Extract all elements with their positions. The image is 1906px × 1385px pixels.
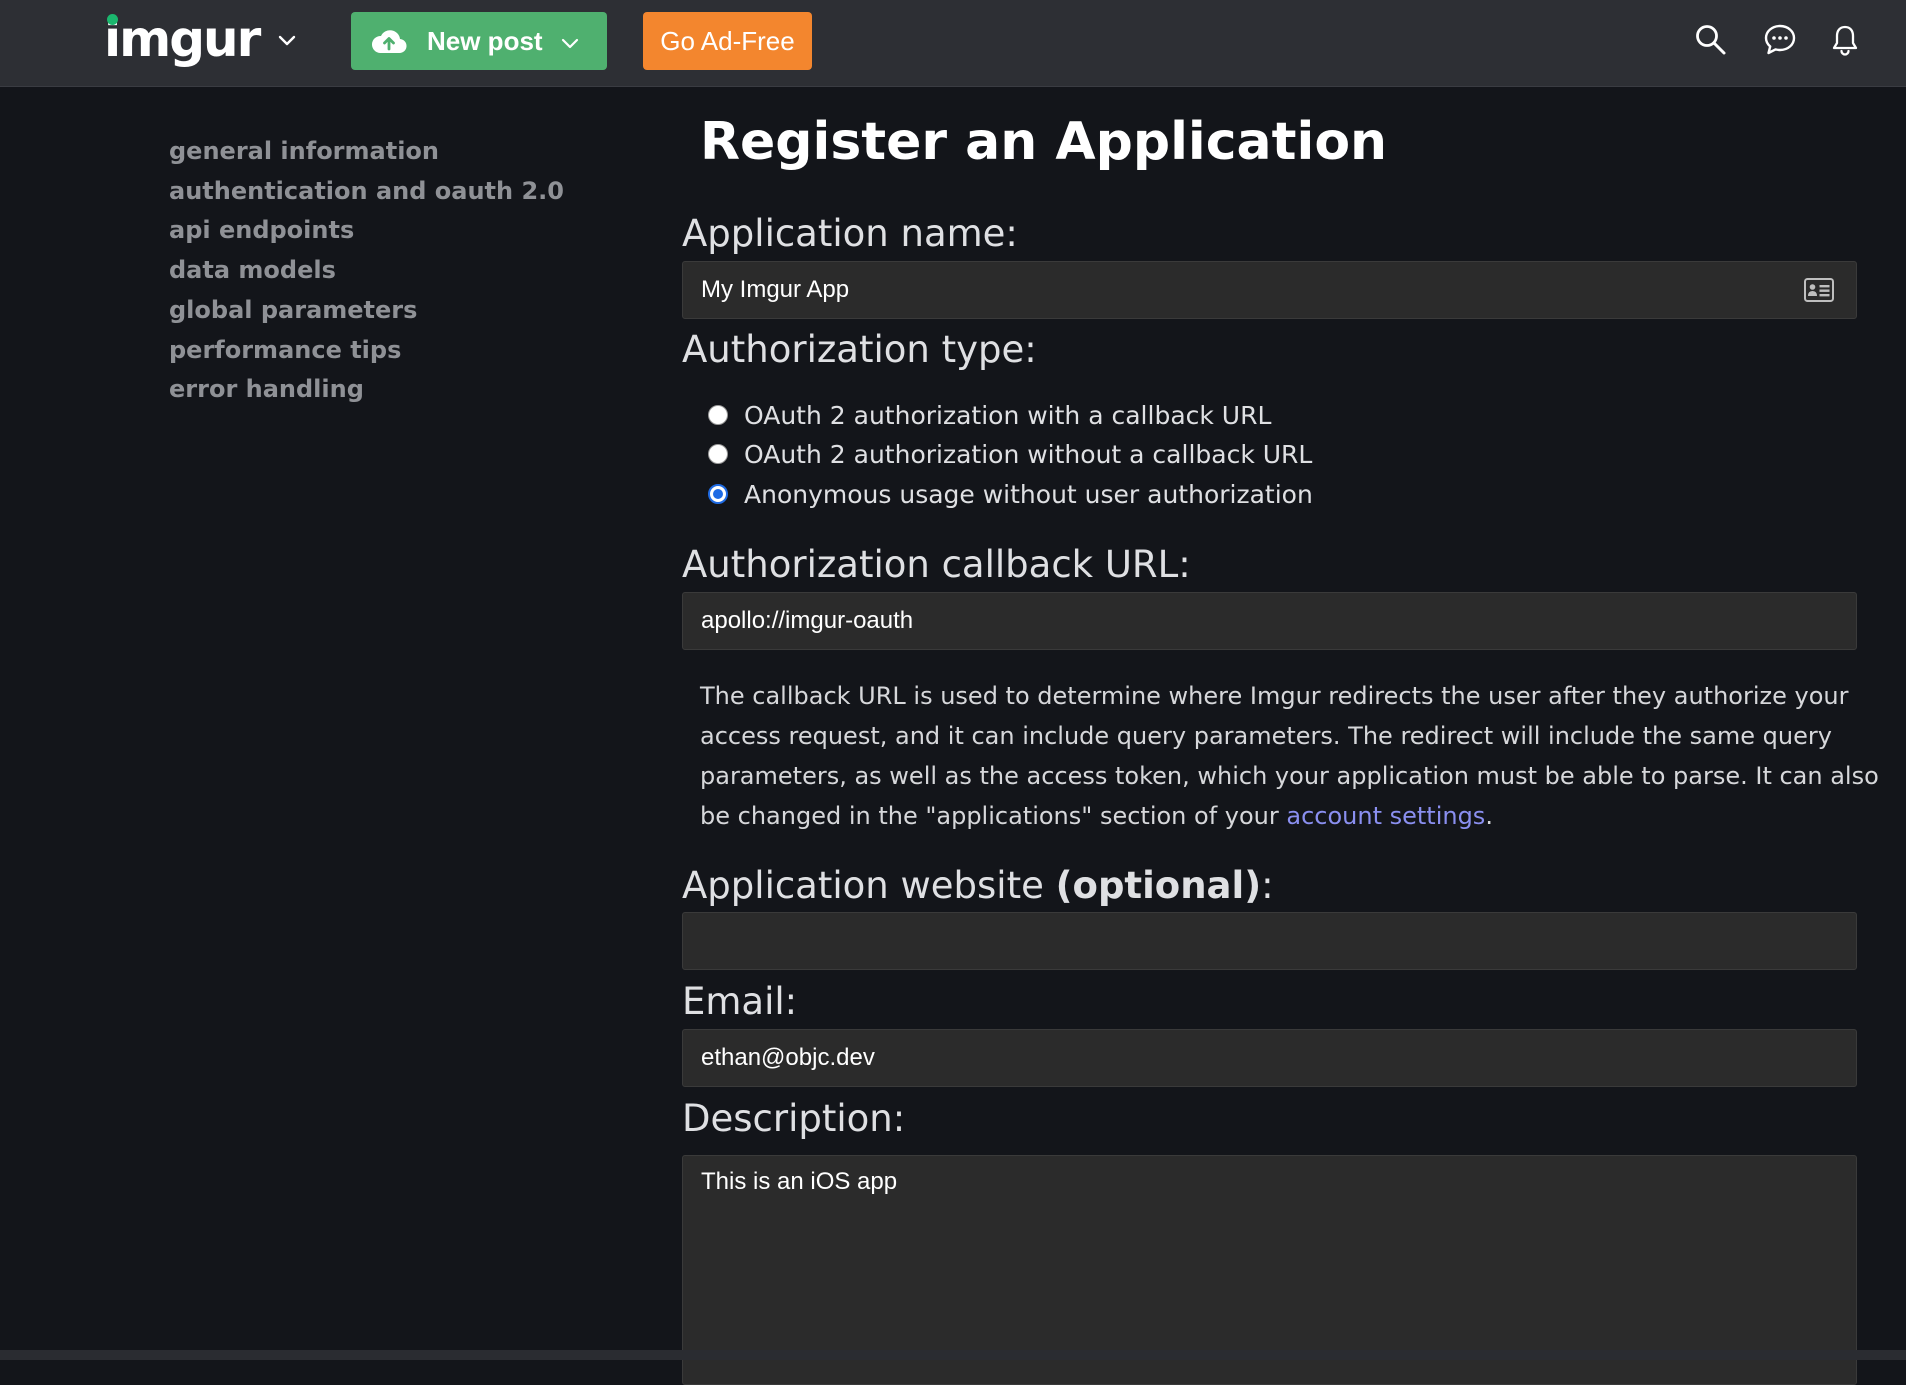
app-name-value: My Imgur App [701,276,850,303]
email-value: ethan@objc.dev [701,1044,875,1071]
radio-button[interactable] [708,444,728,464]
callback-help-text: The callback URL is used to determine wh… [700,676,1906,836]
cloud-upload-icon [371,30,407,54]
sidebar-item-data-models[interactable]: data models [169,251,564,291]
sidebar-item-global-parameters[interactable]: global parameters [169,291,564,331]
top-bar: imgur New post Go Ad-Free [0,0,1906,86]
bell-icon[interactable] [1827,22,1863,58]
radio-label: OAuth 2 authorization without a callback… [744,439,1313,469]
sidebar-item-error-handling[interactable]: error handling [169,370,564,410]
chevron-down-icon [561,38,579,49]
callback-url-label: Authorization callback URL: [682,543,1191,586]
contact-card-icon[interactable] [1804,278,1834,302]
description-label: Description: [682,1097,906,1140]
radio-oauth-callback[interactable]: OAuth 2 authorization with a callback UR… [708,397,1271,433]
account-settings-link[interactable]: account settings [1286,802,1485,830]
app-name-label: Application name: [682,212,1018,255]
sidebar-item-performance-tips[interactable]: performance tips [169,331,564,371]
radio-label: OAuth 2 authorization with a callback UR… [744,400,1272,430]
radio-oauth-no-callback[interactable]: OAuth 2 authorization without a callback… [708,436,1312,472]
go-ad-free-button[interactable]: Go Ad-Free [643,12,812,70]
bottom-divider [0,1350,1906,1360]
radio-label: Anonymous usage without user authorizati… [744,479,1313,509]
radio-button-selected[interactable] [708,484,728,504]
chevron-down-icon[interactable] [276,29,298,51]
callback-url-input[interactable]: apollo://imgur-oauth [682,592,1857,650]
logo-dot [107,14,118,25]
sidebar-item-api-endpoints[interactable]: api endpoints [169,211,564,251]
sidebar-item-general-information[interactable]: general information [169,132,564,172]
radio-anonymous[interactable]: Anonymous usage without user authorizati… [708,476,1313,512]
website-input[interactable] [682,912,1857,970]
help-text-end: . [1485,802,1493,830]
new-post-button[interactable]: New post [351,12,607,70]
email-input[interactable]: ethan@objc.dev [682,1029,1857,1087]
new-post-label: New post [427,26,543,56]
chat-icon[interactable] [1762,22,1798,58]
search-icon[interactable] [1693,22,1729,58]
auth-type-label: Authorization type: [682,328,1037,371]
app-name-input[interactable]: My Imgur App [682,261,1857,319]
sidebar-item-authentication[interactable]: authentication and oauth 2.0 [169,172,564,212]
optional-tag: (optional) [1055,864,1262,907]
radio-button[interactable] [708,405,728,425]
email-label: Email: [682,980,798,1023]
page-title: Register an Application [700,112,1388,172]
docs-sidebar: general information authentication and o… [169,132,564,410]
website-label: Application website (optional): [682,864,1274,907]
callback-url-value: apollo://imgur-oauth [701,607,914,634]
imgur-logo[interactable]: imgur [104,8,261,70]
description-value: This is an iOS app [701,1168,898,1195]
